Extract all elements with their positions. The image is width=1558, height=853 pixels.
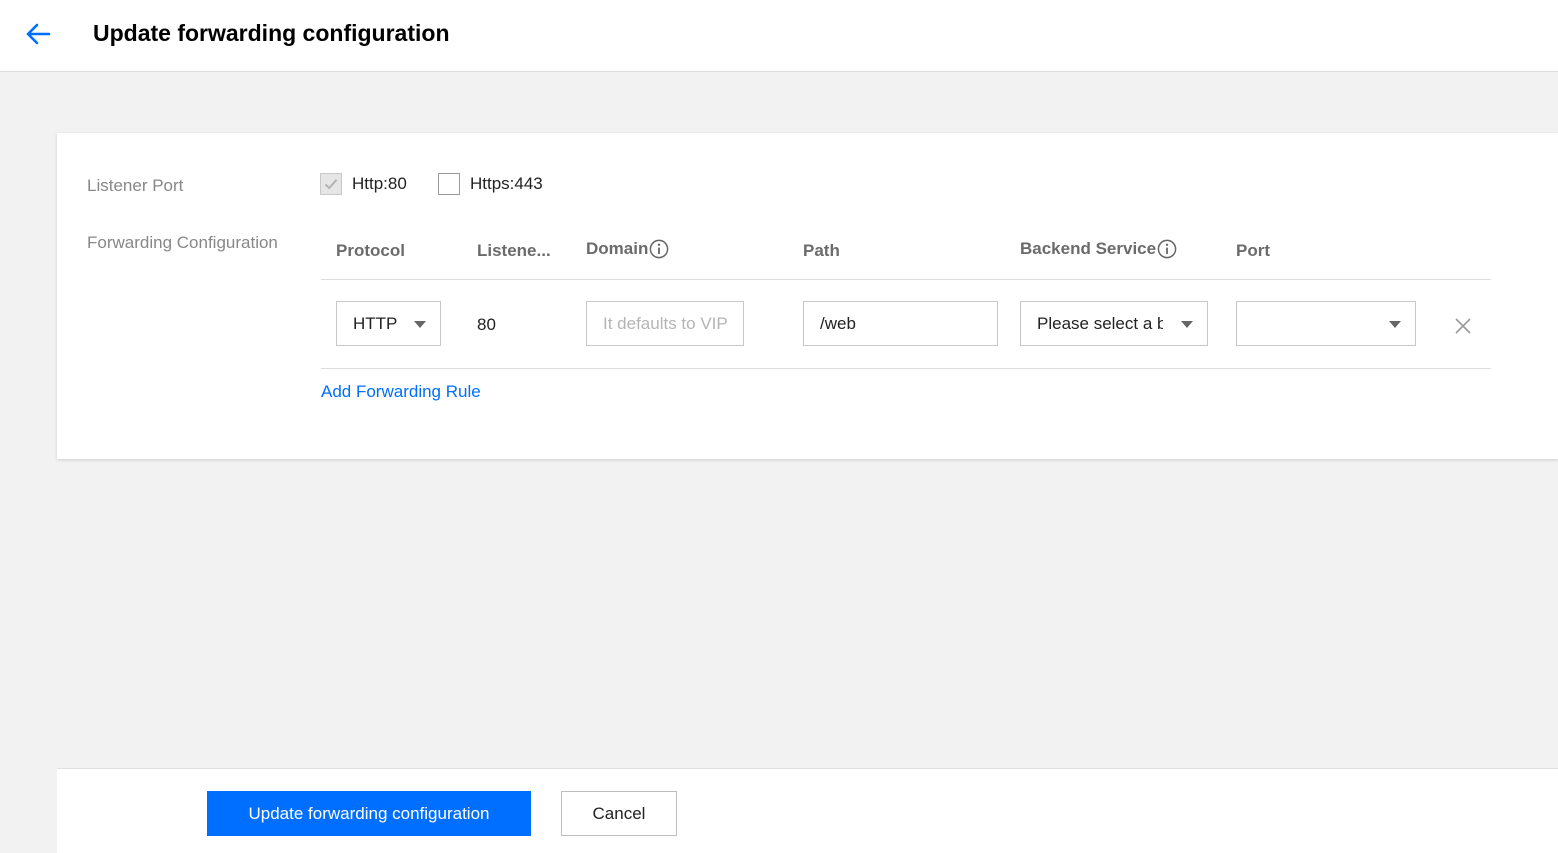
port-select[interactable] bbox=[1236, 301, 1416, 346]
checkbox-box bbox=[320, 173, 342, 195]
forwarding-config-label: Forwarding Configuration bbox=[87, 233, 278, 252]
protocol-select[interactable]: HTTP bbox=[336, 301, 441, 346]
info-icon[interactable] bbox=[649, 239, 669, 259]
backend-service-select[interactable]: Please select a b bbox=[1020, 301, 1208, 346]
table-header-divider bbox=[321, 279, 1491, 280]
check-icon bbox=[324, 179, 338, 190]
column-header-domain: Domain bbox=[586, 239, 669, 259]
listener-port-value: 80 bbox=[477, 315, 496, 334]
arrow-left-icon[interactable] bbox=[24, 22, 52, 46]
https-443-label: Https:443 bbox=[470, 174, 543, 193]
chevron-down-icon bbox=[414, 321, 426, 328]
protocol-value: HTTP bbox=[353, 313, 398, 333]
column-header-protocol: Protocol bbox=[336, 241, 405, 260]
chevron-down-icon bbox=[1181, 321, 1193, 328]
page-title: Update forwarding configuration bbox=[93, 20, 450, 46]
column-header-path: Path bbox=[803, 241, 840, 260]
column-header-port: Port bbox=[1236, 241, 1270, 260]
http-80-checkbox[interactable]: Http:80 bbox=[320, 173, 407, 195]
backend-service-value: Please select a b bbox=[1037, 313, 1163, 333]
add-forwarding-rule-link[interactable]: Add Forwarding Rule bbox=[321, 382, 481, 402]
page-header: Update forwarding configuration bbox=[0, 0, 1558, 72]
info-icon[interactable] bbox=[1157, 239, 1177, 259]
footer-action-bar: Update forwarding configuration Cancel bbox=[57, 768, 1558, 853]
chevron-down-icon bbox=[1389, 321, 1401, 328]
cancel-button[interactable]: Cancel bbox=[561, 791, 677, 836]
checkbox-box bbox=[438, 173, 460, 195]
column-header-backend-service-label: Backend Service bbox=[1020, 239, 1157, 258]
column-header-domain-label: Domain bbox=[586, 239, 649, 258]
https-443-checkbox[interactable]: Https:443 bbox=[438, 173, 543, 195]
domain-input[interactable]: It defaults to VIP bbox=[586, 301, 744, 346]
listener-port-label: Listener Port bbox=[87, 176, 184, 195]
column-header-listener: Listene... bbox=[477, 241, 551, 260]
table-row-divider bbox=[321, 368, 1491, 369]
http-80-label: Http:80 bbox=[352, 174, 407, 193]
column-header-backend-service: Backend Service bbox=[1020, 239, 1177, 259]
close-icon[interactable] bbox=[1455, 318, 1471, 334]
forwarding-form-card: Listener Port Http:80 Https:443 Forwardi… bbox=[57, 133, 1558, 459]
path-input[interactable]: /web bbox=[803, 301, 998, 346]
update-configuration-button[interactable]: Update forwarding configuration bbox=[207, 791, 531, 836]
